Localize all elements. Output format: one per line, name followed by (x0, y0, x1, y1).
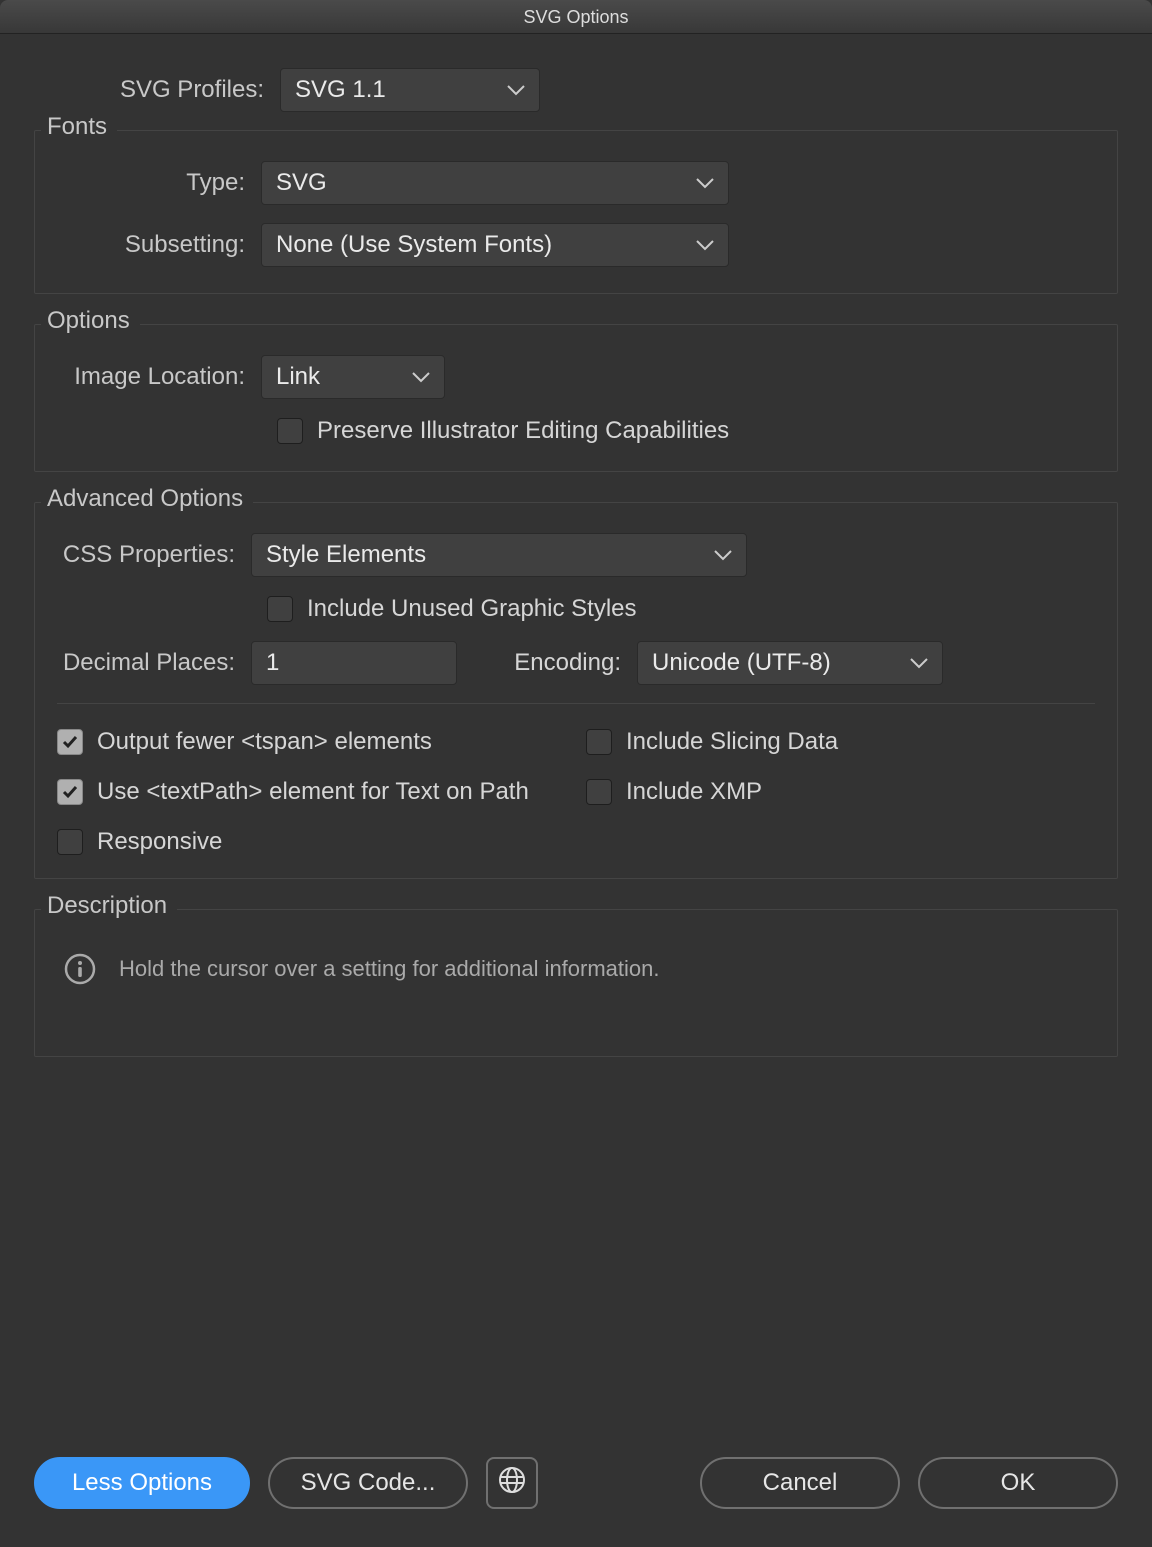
font-subsetting-value: None (Use System Fonts) (276, 231, 552, 259)
css-properties-value: Style Elements (266, 541, 426, 569)
decimal-places-input[interactable]: 1 (251, 641, 457, 685)
options-group: Options Image Location: Link Preserve Il… (34, 324, 1118, 472)
include-slicing-checkbox[interactable]: Include Slicing Data (586, 728, 1095, 756)
image-location-select[interactable]: Link (261, 355, 445, 399)
chevron-down-icon (412, 371, 430, 383)
include-xmp-checkbox[interactable]: Include XMP (586, 778, 1095, 806)
svg-profiles-label: SVG Profiles: (34, 76, 280, 104)
chevron-down-icon (507, 84, 525, 96)
chevron-down-icon (696, 177, 714, 189)
preserve-editing-label: Preserve Illustrator Editing Capabilitie… (317, 417, 729, 445)
footer: Less Options SVG Code... Cancel OK (0, 1457, 1152, 1509)
window-titlebar: SVG Options (0, 0, 1152, 34)
include-unused-label: Include Unused Graphic Styles (307, 595, 637, 623)
encoding-value: Unicode (UTF-8) (652, 649, 831, 677)
svg-code-button[interactable]: SVG Code... (268, 1457, 468, 1509)
textpath-label: Use <textPath> element for Text on Path (97, 778, 529, 806)
web-preview-button[interactable] (486, 1457, 538, 1509)
checkbox-box (586, 779, 612, 805)
fonts-legend: Fonts (41, 113, 117, 141)
checkbox-box (57, 729, 83, 755)
font-subsetting-select[interactable]: None (Use System Fonts) (261, 223, 729, 267)
globe-icon (497, 1465, 527, 1502)
encoding-select[interactable]: Unicode (UTF-8) (637, 641, 943, 685)
checkbox-box (267, 596, 293, 622)
chevron-down-icon (696, 239, 714, 251)
fewer-tspan-checkbox[interactable]: Output fewer <tspan> elements (57, 728, 566, 756)
font-type-value: SVG (276, 169, 327, 197)
options-legend: Options (41, 307, 140, 335)
fewer-tspan-label: Output fewer <tspan> elements (97, 728, 432, 756)
css-properties-label: CSS Properties: (57, 541, 251, 569)
description-group: Description Hold the cursor over a setti… (34, 909, 1118, 1057)
fonts-group: Fonts Type: SVG Subsetting: None (Use Sy… (34, 130, 1118, 294)
ok-button[interactable]: OK (918, 1457, 1118, 1509)
cancel-button[interactable]: Cancel (700, 1457, 900, 1509)
include-xmp-label: Include XMP (626, 778, 762, 806)
preserve-editing-checkbox[interactable]: Preserve Illustrator Editing Capabilitie… (277, 417, 729, 445)
svg-profiles-value: SVG 1.1 (295, 76, 386, 104)
less-options-button[interactable]: Less Options (34, 1457, 250, 1509)
textpath-checkbox[interactable]: Use <textPath> element for Text on Path (57, 778, 566, 806)
description-text: Hold the cursor over a setting for addit… (119, 956, 660, 982)
checkbox-box (586, 729, 612, 755)
decimal-places-label: Decimal Places: (57, 649, 251, 677)
font-type-label: Type: (57, 169, 261, 197)
divider (57, 703, 1095, 704)
include-unused-checkbox[interactable]: Include Unused Graphic Styles (267, 595, 637, 623)
advanced-options-group: Advanced Options CSS Properties: Style E… (34, 502, 1118, 879)
checkbox-box (57, 779, 83, 805)
checkbox-box (277, 418, 303, 444)
info-icon (63, 952, 97, 986)
advanced-options-legend: Advanced Options (41, 485, 253, 513)
image-location-label: Image Location: (57, 363, 261, 391)
description-legend: Description (41, 892, 177, 920)
svg-profiles-select[interactable]: SVG 1.1 (280, 68, 540, 112)
chevron-down-icon (910, 657, 928, 669)
encoding-label: Encoding: (457, 649, 637, 677)
font-subsetting-label: Subsetting: (57, 231, 261, 259)
decimal-places-value: 1 (266, 649, 279, 677)
window-title: SVG Options (523, 7, 628, 27)
responsive-label: Responsive (97, 828, 222, 856)
include-slicing-label: Include Slicing Data (626, 728, 838, 756)
font-type-select[interactable]: SVG (261, 161, 729, 205)
chevron-down-icon (714, 549, 732, 561)
image-location-value: Link (276, 363, 320, 391)
responsive-checkbox[interactable]: Responsive (57, 828, 566, 856)
checkbox-box (57, 829, 83, 855)
css-properties-select[interactable]: Style Elements (251, 533, 747, 577)
